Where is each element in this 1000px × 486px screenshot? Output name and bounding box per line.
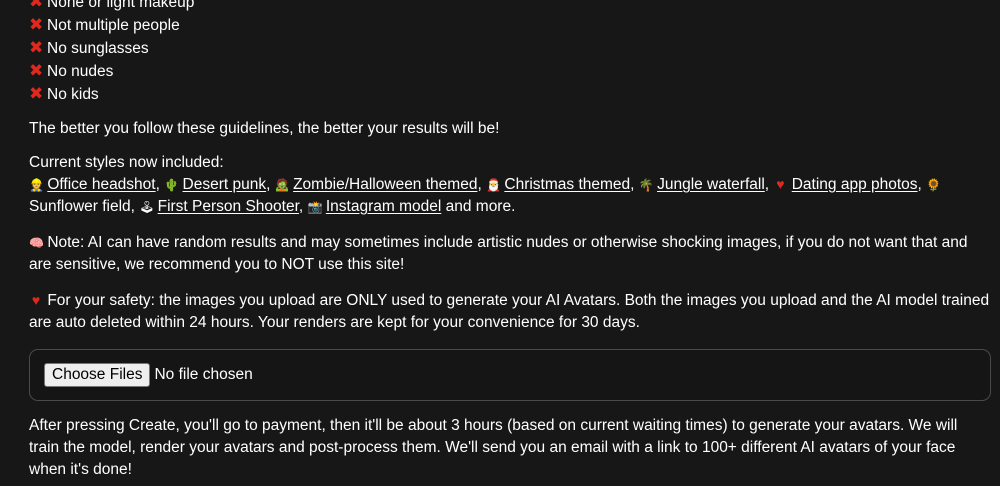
cross-mark-icon: ✖ [29,0,44,11]
file-upload-box: Choose Files No file chosen [29,349,991,401]
file-status-text: No file chosen [154,366,253,383]
cactus-icon: 🌵 [164,178,180,192]
style-link-dating-app[interactable]: Dating app photos [792,176,918,193]
guidelines-content: ✖ None or light makeup ✖ Not multiple peop… [29,0,991,481]
style-link-zombie-halloween[interactable]: Zombie/Halloween themed [293,176,477,193]
cross-mark-icon: ✖ [29,61,44,80]
palm-tree-icon: 🌴 [638,178,654,192]
red-heart-icon: ♥ [31,292,41,308]
rules-list: ✖ None or light makeup ✖ Not multiple peop… [29,0,991,106]
styles-paragraph: Current styles now included: 👷 Office he… [29,154,942,215]
camera-flash-icon: 📸 [307,200,323,214]
heart-ribbon-icon: ♥ [776,176,785,192]
rule-item: ✖ None or light makeup [29,0,991,14]
after-create-paragraph: After pressing Create, you'll go to paym… [29,417,958,478]
note-text: Note: AI can have random results and may… [29,234,968,273]
style-link-jungle-waterfall[interactable]: Jungle waterfall [657,176,765,193]
rule-item: ✖ No nudes [29,61,114,80]
joystick-icon: 🕹 [139,200,155,214]
santa-icon: 🎅 [486,178,502,192]
safety-text: For your safety: the images you upload a… [29,292,990,331]
zombie-icon: 🧟 [274,178,290,192]
brain-icon: 🧠 [29,236,44,250]
style-link-christmas[interactable]: Christmas themed [504,176,630,193]
safety-paragraph: ♥ For your safety: the images you upload… [29,290,991,334]
office-worker-icon: 👷 [29,178,44,192]
cross-mark-icon: ✖ [29,84,44,103]
cross-mark-icon: ✖ [29,15,44,34]
rule-item: ✖ No kids [29,84,99,103]
note-paragraph: 🧠 Note: AI can have random results and m… [29,232,991,276]
style-link-first-person-shooter[interactable]: First Person Shooter [158,198,299,215]
style-link-instagram-model[interactable]: Instagram model [326,198,441,215]
style-link-desert-punk[interactable]: Desert punk [183,176,267,193]
sunflower-icon: 🌻 [926,178,942,192]
rule-item: ✖ Not multiple people [29,15,180,34]
style-link-office-headshot[interactable]: Office headshot [47,176,155,193]
choose-files-button[interactable]: Choose Files [44,363,151,387]
style-sunflower-field: Sunflower field [29,198,131,215]
guideline-text: The better you follow these guidelines, … [29,120,500,137]
styles-suffix: and more. [445,198,516,215]
rule-item: ✖ No sunglasses [29,38,149,57]
styles-heading: Current styles now included: [29,154,224,171]
cross-mark-icon: ✖ [29,38,44,57]
